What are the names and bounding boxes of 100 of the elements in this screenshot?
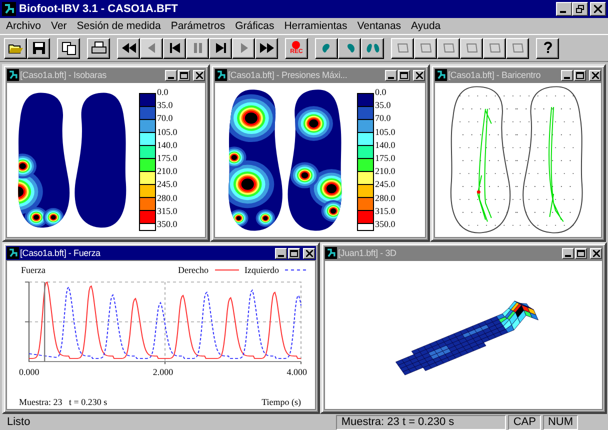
maximize-button[interactable] xyxy=(574,70,586,80)
open-button[interactable] xyxy=(4,38,27,58)
window-title: Biofoot-IBV 3.1 - CASO1A.BFT xyxy=(19,3,179,15)
restore-button[interactable] xyxy=(572,2,588,16)
scale-label: 140.0 xyxy=(374,138,396,152)
menu-item[interactable]: Parámetros xyxy=(166,20,232,32)
rewind-icon xyxy=(120,41,136,55)
maximize-button[interactable] xyxy=(398,70,410,80)
maximize-icon xyxy=(400,72,408,78)
scale-label: 175.0 xyxy=(156,152,178,165)
close-icon xyxy=(594,5,602,13)
copy-button[interactable] xyxy=(57,38,80,58)
app-icon xyxy=(7,69,19,81)
scale-label: 140.0 xyxy=(156,138,178,152)
tool-icon xyxy=(486,41,502,55)
printer-icon xyxy=(90,41,106,55)
maximize-button[interactable] xyxy=(575,248,587,258)
maximize-button[interactable] xyxy=(178,70,190,80)
scale-label: 280.0 xyxy=(156,192,178,204)
close-button[interactable] xyxy=(590,2,606,16)
minimize-button[interactable] xyxy=(556,2,572,16)
minimize-button[interactable] xyxy=(561,70,573,80)
menu-item[interactable]: Ver xyxy=(47,20,73,32)
menu-item[interactable]: Ventanas xyxy=(353,20,408,32)
minimize-button[interactable] xyxy=(385,70,397,80)
scale-label: 0.0 xyxy=(156,86,170,99)
menu-item[interactable]: Herramientas xyxy=(280,20,354,32)
fast-forward-icon xyxy=(258,41,274,55)
close-icon xyxy=(592,72,598,78)
scale-label: 350.0 xyxy=(374,218,396,231)
app-icon xyxy=(215,69,227,81)
forward-button[interactable] xyxy=(255,38,278,58)
app-icon xyxy=(325,247,337,259)
menu-item[interactable]: Ayuda xyxy=(407,20,447,32)
record-icon xyxy=(292,40,300,48)
maximize-icon xyxy=(577,250,585,256)
copy-icon xyxy=(60,41,76,55)
print-button[interactable] xyxy=(87,38,110,58)
first-button[interactable] xyxy=(163,38,186,58)
close-button[interactable] xyxy=(193,70,205,80)
maximize-icon xyxy=(576,72,584,78)
status-readout: Muestra: 23 t = 0.230 s xyxy=(336,414,506,430)
status-message: Listo xyxy=(6,414,32,430)
status-indicator: NUM xyxy=(542,414,578,430)
last-button[interactable] xyxy=(209,38,232,58)
close-button[interactable] xyxy=(303,248,315,258)
maximize-icon xyxy=(180,72,188,78)
menu-item[interactable]: Sesión de medida xyxy=(72,20,167,32)
child-window-title: [Juan1.bft] - 3D xyxy=(338,248,398,258)
scale-label: 70.0 xyxy=(156,112,174,126)
tool-icon xyxy=(440,41,456,55)
scale-label: 350.0 xyxy=(156,218,178,231)
close-button[interactable] xyxy=(590,248,602,258)
rewind-button[interactable] xyxy=(117,38,140,58)
child-window-title: [Caso1a.bft] - Presiones Máxi... xyxy=(228,70,348,80)
feet-icon xyxy=(364,41,380,55)
menu-item[interactable]: Gráficas xyxy=(231,20,280,32)
minimize-button[interactable] xyxy=(562,248,574,258)
tick-label: 4.000 xyxy=(286,367,307,377)
close-icon xyxy=(306,250,312,256)
app-icon xyxy=(435,69,447,81)
tool-icon xyxy=(464,41,480,55)
tool-icon xyxy=(394,41,410,55)
child-window-title: [Caso1a.bft] - Baricentro xyxy=(448,70,542,80)
minimize-button[interactable] xyxy=(165,70,177,80)
scale-label: 70.0 xyxy=(374,112,392,126)
tick-label: 2.000 xyxy=(152,367,174,377)
scale-label: 210.0 xyxy=(374,165,396,178)
scale-label: 35.0 xyxy=(156,99,174,112)
scale-label: 175.0 xyxy=(374,152,396,165)
scale-label: 105.0 xyxy=(374,126,396,139)
scale-label: 245.0 xyxy=(156,178,178,192)
axis-label: Fuerza xyxy=(21,265,46,275)
scale-label: 210.0 xyxy=(156,165,178,178)
maximize-icon xyxy=(290,250,298,256)
tool-icon xyxy=(418,41,434,55)
menu-item[interactable]: Archivo xyxy=(2,20,48,32)
minimize-button[interactable] xyxy=(275,248,287,258)
close-button[interactable] xyxy=(413,70,425,80)
scale-label: 105.0 xyxy=(156,126,178,139)
legend-label: Derecho xyxy=(178,265,209,275)
app-icon xyxy=(2,2,16,16)
tick-label: 0.000 xyxy=(19,367,40,377)
scale-label: 35.0 xyxy=(374,99,392,112)
maximize-button[interactable] xyxy=(288,248,300,258)
app-icon xyxy=(7,247,19,259)
sample-readout: Muestra: 23 t = 0.230 s xyxy=(19,397,108,407)
scale-label: 315.0 xyxy=(374,204,396,218)
left-foot-button[interactable] xyxy=(315,38,338,58)
axis-label: Tiempo (s) xyxy=(262,397,301,407)
right-foot-button[interactable] xyxy=(338,38,361,58)
feet-button[interactable] xyxy=(361,38,384,58)
scale-label: 0.0 xyxy=(374,86,388,99)
help-button[interactable] xyxy=(536,38,559,58)
close-button[interactable] xyxy=(589,70,601,80)
scale-label: 245.0 xyxy=(374,178,396,192)
scale-label: 315.0 xyxy=(156,204,178,218)
scale-label: 280.0 xyxy=(374,192,396,204)
save-button[interactable] xyxy=(27,38,50,58)
restore-icon xyxy=(576,5,584,13)
